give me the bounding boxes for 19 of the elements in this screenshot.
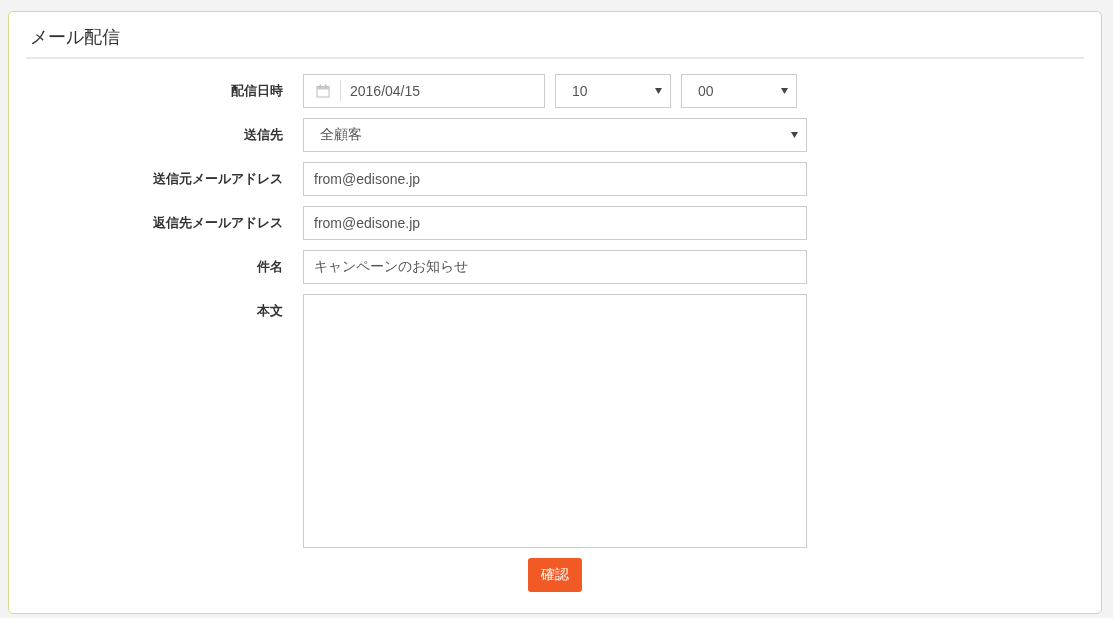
date-field[interactable]: 2016/04/15 [303, 74, 545, 108]
input-field[interactable]: キャンペーンのお知らせ [303, 250, 807, 284]
field-label: 件名 [257, 258, 283, 276]
minute-select[interactable]: 00 [681, 74, 797, 108]
field-label: 送信元メールアドレス [153, 170, 283, 188]
field-label: 送信先 [244, 126, 283, 144]
field-label: 本文 [257, 302, 283, 320]
input-field[interactable]: from@edisone.jp [303, 206, 807, 240]
dropdown-caret-icon [781, 88, 788, 94]
body-textarea[interactable] [303, 294, 807, 548]
field-label: 配信日時 [231, 82, 283, 100]
dropdown-caret-icon [655, 88, 662, 94]
panel-title: メール配信 [29, 26, 121, 49]
hour-select[interactable]: 10 [555, 74, 671, 108]
dropdown-caret-icon [791, 132, 798, 138]
field-label: 返信先メールアドレス [153, 214, 283, 232]
calendar-icon [316, 84, 330, 98]
recipient-select[interactable]: 全顧客 [303, 118, 807, 152]
input-field[interactable]: from@edisone.jp [303, 162, 807, 196]
